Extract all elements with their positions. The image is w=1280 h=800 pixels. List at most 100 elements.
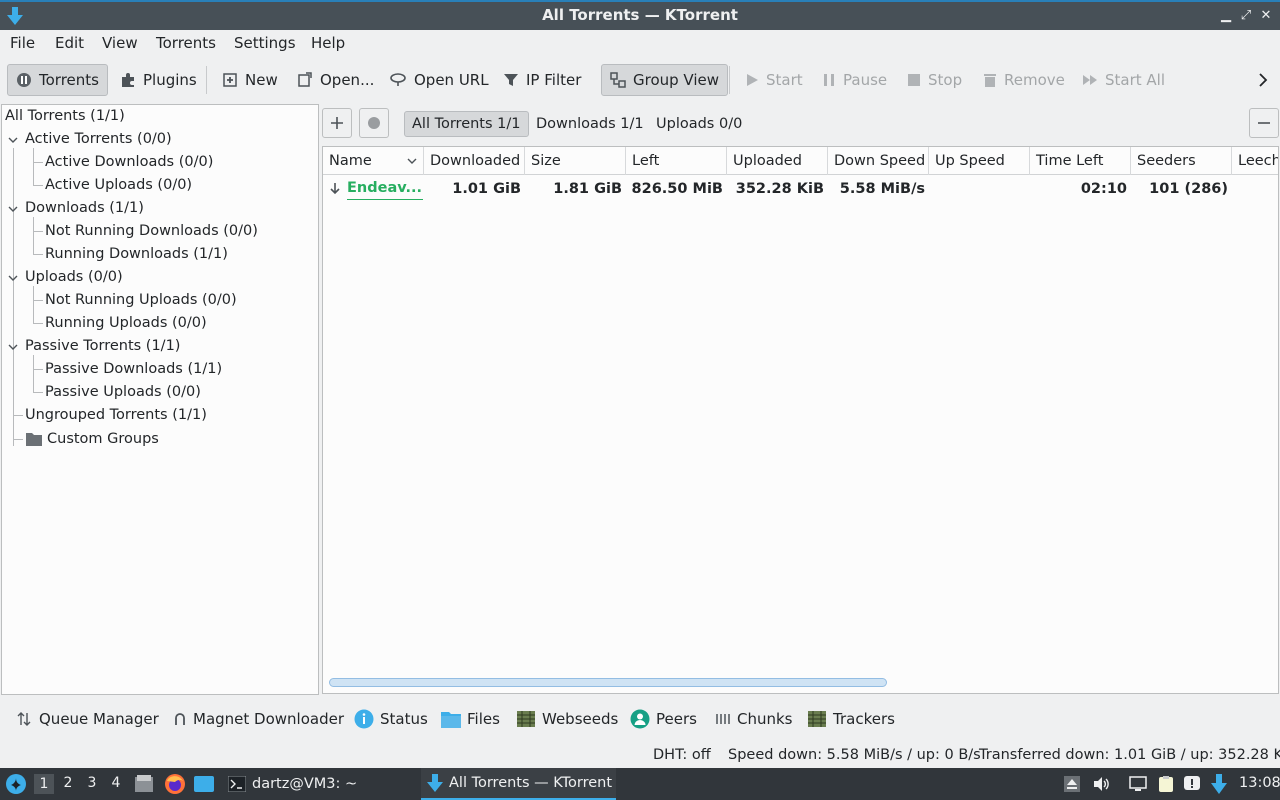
- pause-button[interactable]: Pause: [814, 64, 895, 96]
- horizontal-scrollbar[interactable]: [329, 678, 887, 687]
- group-running-downloads[interactable]: Running Downloads (1/1): [45, 246, 228, 262]
- file-manager-icon[interactable]: [134, 774, 154, 794]
- folder-icon: [26, 433, 42, 446]
- play-icon: [747, 74, 758, 86]
- group-uploads[interactable]: Uploads (0/0): [25, 269, 123, 285]
- group-active-uploads[interactable]: Active Uploads (0/0): [45, 177, 192, 193]
- column-time-left[interactable]: Time Left: [1030, 147, 1131, 175]
- column-downloaded[interactable]: Downloaded: [424, 147, 525, 175]
- workspace-2[interactable]: 2: [58, 775, 78, 791]
- tree-line: [33, 392, 43, 393]
- column-left[interactable]: Left: [626, 147, 727, 175]
- ip-filter-button[interactable]: IP Filter: [495, 64, 589, 96]
- tab-chunks[interactable]: Chunks: [715, 708, 793, 730]
- window-titlebar[interactable]: All Torrents — KTorrent ▁ ⤢ ✕: [0, 0, 1280, 30]
- remove-button[interactable]: Remove: [975, 64, 1073, 96]
- tab-uploads[interactable]: Uploads 0/0: [649, 111, 749, 137]
- add-group-tab-button[interactable]: [322, 108, 352, 138]
- network-icon[interactable]: [1129, 775, 1147, 793]
- open-button[interactable]: Open...: [289, 64, 382, 96]
- toolbar-overflow-button[interactable]: [1250, 64, 1280, 96]
- ktorrent-icon: [427, 774, 443, 792]
- ktorrent-tray-icon[interactable]: [1211, 773, 1227, 795]
- start-button[interactable]: Start: [737, 64, 811, 96]
- group-active-downloads[interactable]: Active Downloads (0/0): [45, 154, 213, 170]
- column-size[interactable]: Size: [525, 147, 626, 175]
- tree-line: [33, 162, 43, 163]
- chevron-down-icon[interactable]: [7, 134, 19, 146]
- new-torrent-button[interactable]: New: [214, 64, 286, 96]
- group-not-running-downloads[interactable]: Not Running Downloads (0/0): [45, 223, 258, 239]
- stop-button[interactable]: Stop: [899, 64, 970, 96]
- task-ktorrent[interactable]: All Torrents — KTorrent: [421, 768, 616, 800]
- menu-view[interactable]: View: [102, 34, 138, 52]
- column-up-speed[interactable]: Up Speed: [929, 147, 1030, 175]
- system-taskbar: 1 2 3 4 dartz@VM3: ~ All Torrents — KTor…: [0, 768, 1280, 800]
- plugins-button[interactable]: Plugins: [112, 64, 205, 96]
- group-tab-bar: All Torrents 1/1 Downloads 1/1 Uploads 0…: [322, 108, 1280, 140]
- menu-edit[interactable]: Edit: [55, 34, 84, 52]
- tree-line: [33, 217, 34, 254]
- start-all-button[interactable]: Start All: [1074, 64, 1173, 96]
- group-active-torrents[interactable]: Active Torrents (0/0): [25, 131, 172, 147]
- column-uploaded[interactable]: Uploaded: [727, 147, 828, 175]
- workspace-1[interactable]: 1: [34, 774, 54, 794]
- notifications-icon[interactable]: [1183, 775, 1201, 793]
- cell-seeders: 101 (286): [1149, 181, 1228, 197]
- group-custom-groups[interactable]: Custom Groups: [47, 431, 159, 447]
- group-passive-uploads[interactable]: Passive Uploads (0/0): [45, 384, 201, 400]
- menu-file[interactable]: File: [10, 34, 35, 52]
- workspace-4[interactable]: 4: [106, 775, 126, 791]
- open-label: Open...: [320, 71, 375, 89]
- menu-help[interactable]: Help: [311, 34, 345, 52]
- group-passive-torrents[interactable]: Passive Torrents (1/1): [25, 338, 180, 354]
- tab-peers[interactable]: Peers: [630, 708, 697, 730]
- group-running-uploads[interactable]: Running Uploads (0/0): [45, 315, 207, 331]
- column-seeders[interactable]: Seeders: [1131, 147, 1232, 175]
- tab-queue-manager[interactable]: Queue Manager: [17, 708, 159, 730]
- clock[interactable]: 13:08: [1239, 775, 1280, 791]
- chevron-down-icon[interactable]: [7, 203, 19, 215]
- eject-icon[interactable]: [1063, 775, 1081, 793]
- group-tab-indicator-button[interactable]: [359, 108, 389, 138]
- group-passive-downloads[interactable]: Passive Downloads (1/1): [45, 361, 222, 377]
- status-speed: Speed down: 5.58 MiB/s / up: 0 B/s: [728, 747, 981, 763]
- open-url-button[interactable]: Open URL: [381, 64, 497, 96]
- torrents-view-button[interactable]: Torrents: [7, 64, 108, 96]
- chevron-down-icon[interactable]: [7, 341, 19, 353]
- menu-settings[interactable]: Settings: [234, 34, 296, 52]
- clipboard-icon[interactable]: [1157, 775, 1175, 793]
- close-group-tab-button[interactable]: [1249, 108, 1279, 138]
- minimize-icon[interactable]: ▁: [1216, 6, 1236, 26]
- group-ungrouped-torrents[interactable]: Ungrouped Torrents (1/1): [25, 407, 207, 423]
- column-leechers[interactable]: Leech: [1232, 147, 1278, 175]
- tab-trackers[interactable]: Trackers: [807, 708, 895, 730]
- desktop-icon[interactable]: [193, 774, 215, 794]
- sort-down-icon: [407, 158, 417, 164]
- chevron-down-icon[interactable]: [7, 272, 19, 284]
- tab-files[interactable]: Files: [441, 708, 500, 730]
- tab-status[interactable]: Status: [354, 708, 428, 730]
- group-view-button[interactable]: Group View: [601, 64, 729, 96]
- column-down-speed[interactable]: Down Speed: [828, 147, 929, 175]
- tab-webseeds[interactable]: Webseeds: [516, 708, 618, 730]
- maximize-icon[interactable]: ⤢: [1236, 6, 1256, 26]
- tab-magnet-downloader[interactable]: Magnet Downloader: [173, 708, 344, 730]
- group-downloads[interactable]: Downloads (1/1): [25, 200, 144, 216]
- app-launcher-icon[interactable]: [5, 773, 27, 795]
- menu-torrents[interactable]: Torrents: [156, 34, 216, 52]
- tab-downloads[interactable]: Downloads 1/1: [529, 111, 651, 137]
- torrent-name[interactable]: Endeav...: [347, 176, 423, 200]
- remove-label: Remove: [1004, 71, 1065, 89]
- toolbar-separator: [729, 66, 730, 94]
- firefox-icon[interactable]: [164, 773, 186, 795]
- task-terminal[interactable]: dartz@VM3: ~: [222, 768, 363, 800]
- table-row[interactable]: Endeav... 1.01 GiB 1.81 GiB 826.50 MiB 3…: [323, 176, 1278, 202]
- close-icon[interactable]: ✕: [1256, 6, 1276, 26]
- column-name[interactable]: Name: [323, 147, 424, 175]
- tab-all-torrents[interactable]: All Torrents 1/1: [404, 111, 529, 137]
- workspace-3[interactable]: 3: [82, 775, 102, 791]
- group-not-running-uploads[interactable]: Not Running Uploads (0/0): [45, 292, 237, 308]
- volume-icon[interactable]: [1092, 775, 1110, 793]
- group-all-torrents[interactable]: All Torrents (1/1): [5, 108, 125, 124]
